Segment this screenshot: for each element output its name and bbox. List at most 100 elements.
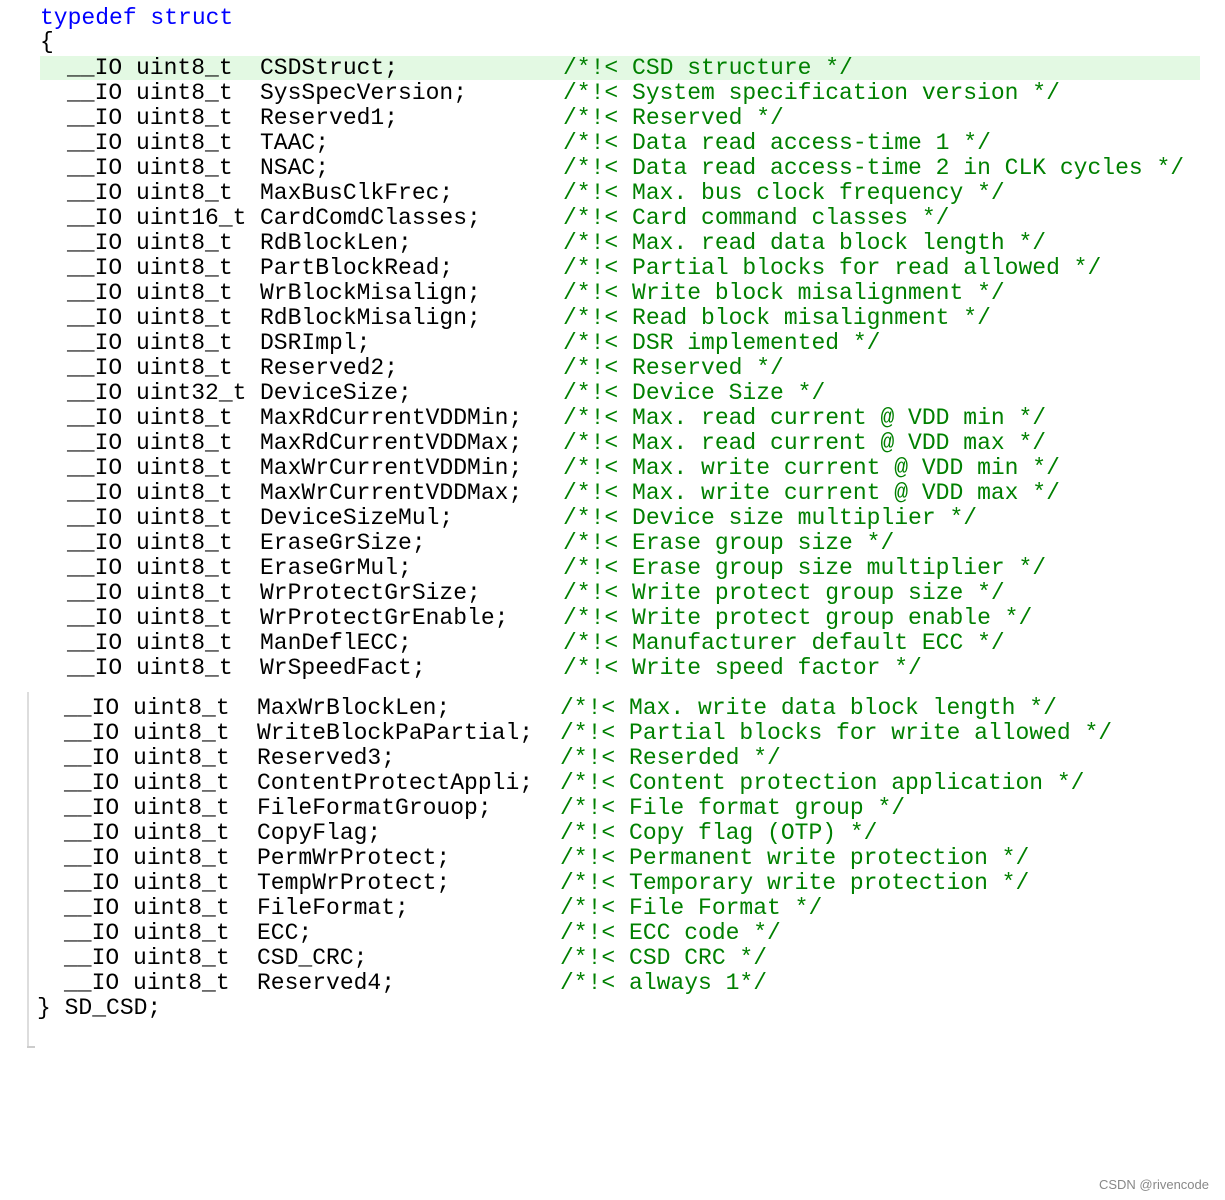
struct-close: } SD_CSD; [37,995,162,1021]
member-type: __IO uint8_t [64,695,230,721]
member-row: __IO uint8_t EraseGrSize; /*!< Erase group… [0,531,1225,556]
member-name: DeviceSize; [260,380,412,406]
member-type: __IO uint8_t [64,895,230,921]
member-row: __IO uint8_t RdBlockMisalign; /*!< Read bl… [0,306,1225,331]
member-row: __IO uint8_t MaxWrCurrentVDDMin; /*!< Max.… [0,456,1225,481]
member-row: __IO uint8_t ECC; /*!< ECC code */ [0,921,1225,946]
member-row: __IO uint8_t Reserved4; /*!< always 1*/ [0,971,1225,996]
member-row: __IO uint32_t DeviceSize; /*!< Device Size… [0,381,1225,406]
member-name: RdBlockLen; [260,230,412,256]
member-name: TempWrProtect; [257,870,451,896]
member-name: EraseGrMul; [260,555,412,581]
member-row: __IO uint8_t NSAC; /*!< Data read access-t… [0,156,1225,181]
gutter-tick [27,1046,35,1048]
member-comment: /*!< Write speed factor */ [563,655,922,681]
member-comment: /*!< Write protect group enable */ [563,605,1033,631]
member-comment: /*!< Reserded */ [560,745,781,771]
member-name: CardComdClasses; [260,205,481,231]
member-comment: /*!< Max. read data block length */ [563,230,1047,256]
member-comment: /*!< Erase group size */ [563,530,895,556]
member-comment: /*!< Data read access-time 1 */ [563,130,991,156]
member-type: __IO uint8_t [67,355,233,381]
member-row: __IO uint8_t WrSpeedFact; /*!< Write speed… [0,656,1225,681]
member-type: __IO uint8_t [64,845,230,871]
member-name: NSAC; [260,155,330,181]
member-name: ECC; [257,920,313,946]
member-type: __IO uint8_t [67,430,233,456]
member-type: __IO uint8_t [67,630,233,656]
member-row: __IO uint8_t PermWrProtect; /*!< Permanent… [0,846,1225,871]
member-comment: /*!< Max. read current @ VDD max */ [563,430,1047,456]
member-row: __IO uint8_t WrBlockMisalign; /*!< Write b… [0,281,1225,306]
member-row: __IO uint8_t MaxRdCurrentVDDMax; /*!< Max.… [0,431,1225,456]
member-type: __IO uint8_t [67,255,233,281]
member-type: __IO uint32_t [67,380,247,406]
member-type: __IO uint8_t [67,405,233,431]
member-comment: /*!< Copy flag (OTP) */ [560,820,878,846]
member-row: __IO uint8_t MaxRdCurrentVDDMin; /*!< Max.… [0,406,1225,431]
member-row: __IO uint8_t EraseGrMul; /*!< Erase group … [0,556,1225,581]
member-name: WrProtectGrEnable; [260,605,509,631]
member-row: __IO uint8_t MaxBusClkFrec; /*!< Max. bus … [0,181,1225,206]
member-row: __IO uint8_t FileFormatGrouop; /*!< File f… [0,796,1225,821]
typedef-line: typedef struct [0,6,1225,31]
member-name: WrProtectGrSize; [260,580,481,606]
member-name: EraseGrSize; [260,530,426,556]
member-comment: /*!< Max. bus clock frequency */ [563,180,1005,206]
member-row: __IO uint8_t FileFormat; /*!< File Format … [0,896,1225,921]
member-row: __IO uint8_t SysSpecVersion; /*!< System s… [0,81,1225,106]
member-type: __IO uint8_t [67,330,233,356]
member-comment: /*!< System specification version */ [563,80,1060,106]
member-name: CSDStruct; [260,55,399,81]
member-comment: /*!< Max. write data block length */ [560,695,1057,721]
member-comment: /*!< Data read access-time 2 in CLK cycl… [563,155,1185,181]
member-name: Reserved4; [257,970,396,996]
member-type: __IO uint8_t [67,580,233,606]
member-type: __IO uint8_t [64,970,230,996]
member-row: __IO uint8_t MaxWrCurrentVDDMax; /*!< Max.… [0,481,1225,506]
member-row: __IO uint8_t Reserved3; /*!< Reserded */ [0,746,1225,771]
member-comment: /*!< Partial blocks for write allowed */ [560,720,1113,746]
member-comment: /*!< Reserved */ [563,355,784,381]
member-type: __IO uint8_t [67,105,233,131]
member-name: CSD_CRC; [257,945,368,971]
member-type: __IO uint8_t [64,920,230,946]
member-name: MaxWrBlockLen; [257,695,451,721]
member-row: __IO uint8_t MaxWrBlockLen; /*!< Max. writ… [0,696,1225,721]
member-type: __IO uint8_t [64,770,230,796]
member-comment: /*!< Manufacturer default ECC */ [563,630,1005,656]
member-name: Reserved2; [260,355,399,381]
member-comment: /*!< CSD structure */ [563,55,853,81]
member-type: __IO uint8_t [67,130,233,156]
member-type: __IO uint8_t [67,55,233,81]
member-name: MaxRdCurrentVDDMin; [260,405,523,431]
member-name: PermWrProtect; [257,845,451,871]
member-comment: /*!< Max. write current @ VDD max */ [563,480,1060,506]
member-name: WrSpeedFact; [260,655,426,681]
member-type: __IO uint8_t [67,180,233,206]
member-name: FileFormat; [257,895,409,921]
open-brace-line: { [0,30,1225,55]
member-name: Reserved3; [257,745,396,771]
member-type: __IO uint8_t [67,305,233,331]
member-row: __IO uint8_t WriteBlockPaPartial; /*!< Par… [0,721,1225,746]
member-comment: /*!< always 1*/ [560,970,768,996]
member-comment: /*!< Device Size */ [563,380,826,406]
member-name: PartBlockRead; [260,255,454,281]
member-row: __IO uint8_t TempWrProtect; /*!< Temporary… [0,871,1225,896]
member-type: __IO uint8_t [64,745,230,771]
member-name: RdBlockMisalign; [260,305,481,331]
member-row: __IO uint8_t DSRImpl; /*!< DSR implemented… [0,331,1225,356]
member-comment: /*!< Temporary write protection */ [560,870,1030,896]
member-name: ContentProtectAppli; [257,770,534,796]
member-type: __IO uint8_t [67,530,233,556]
member-name: FileFormatGrouop; [257,795,492,821]
member-type: __IO uint8_t [67,480,233,506]
member-row: __IO uint8_t Reserved2; /*!< Reserved */ [0,356,1225,381]
member-comment: /*!< Max. read current @ VDD min */ [563,405,1047,431]
member-comment: /*!< File format group */ [560,795,906,821]
member-name: Reserved1; [260,105,399,131]
member-row: __IO uint8_t PartBlockRead; /*!< Partial b… [0,256,1225,281]
member-name: MaxBusClkFrec; [260,180,454,206]
member-type: __IO uint8_t [64,795,230,821]
